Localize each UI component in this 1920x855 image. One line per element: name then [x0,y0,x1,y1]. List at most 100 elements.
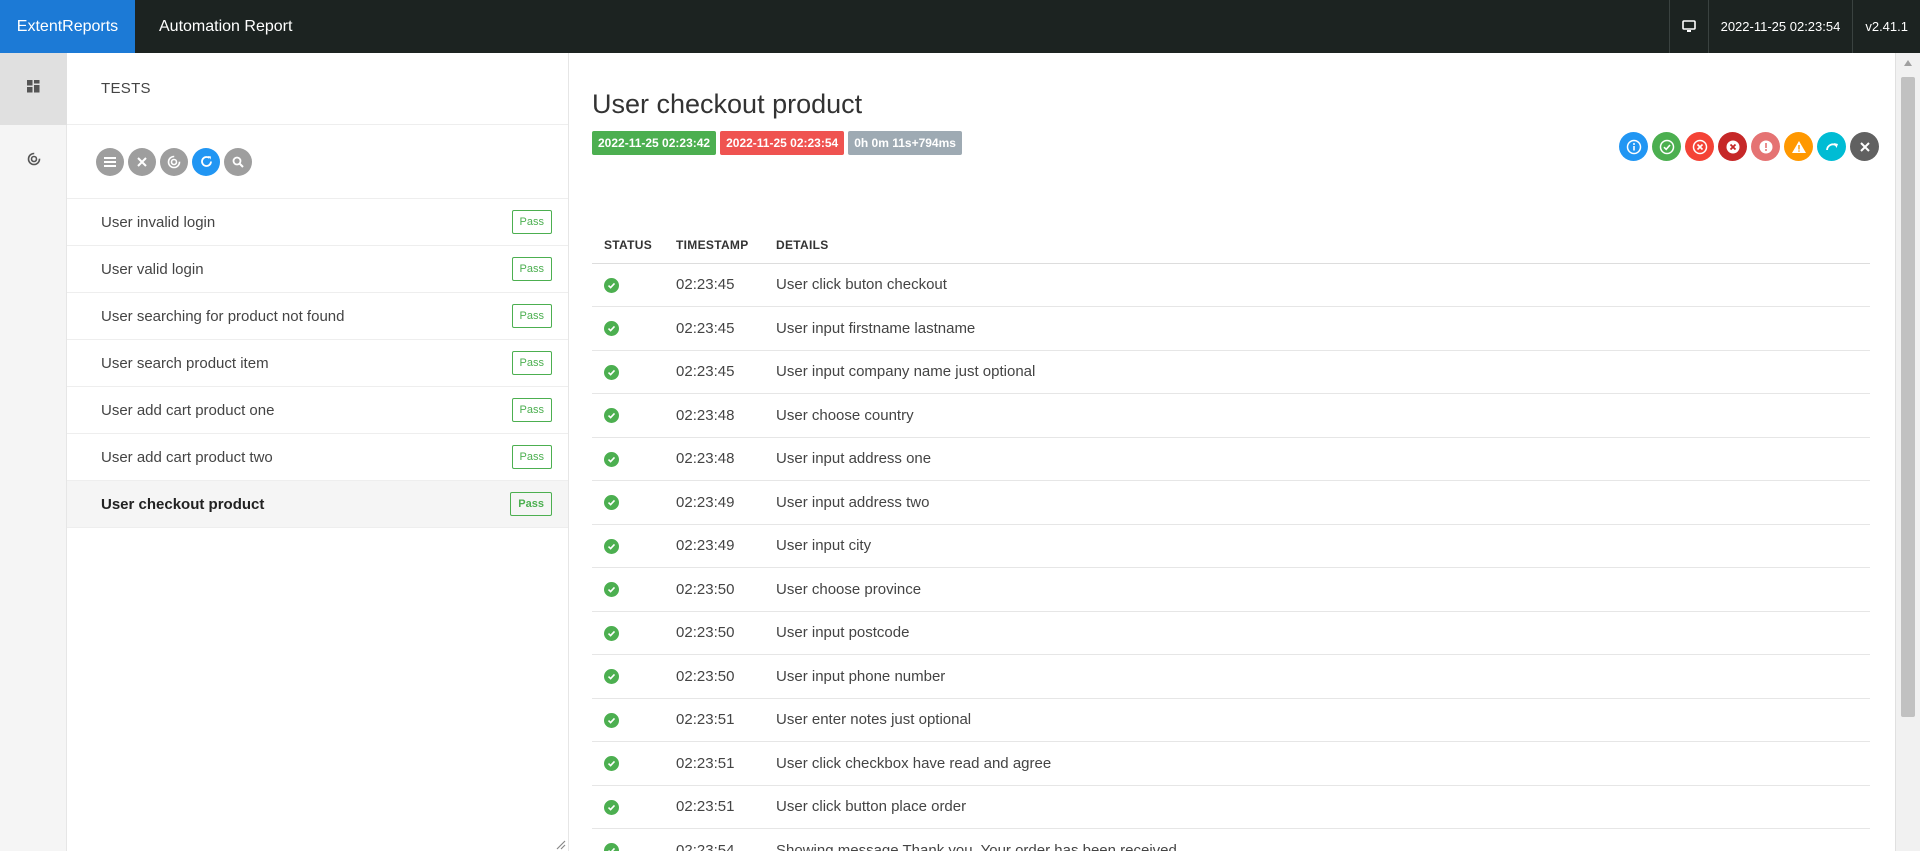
status-cell [592,393,665,438]
details-cell: User enter notes just optional [764,698,1870,742]
test-item[interactable]: User add cart product two Pass [67,434,568,481]
timestamp-cell: 02:23:54 [664,828,765,851]
timestamp-cell: 02:23:45 [664,306,765,351]
sidebar-item-tests[interactable] [0,53,67,125]
column-header: TIMESTAMP [664,227,765,264]
end-time-badge: 2022-11-25 02:23:54 [720,131,845,155]
status-cell [592,698,665,742]
test-item-selected[interactable]: User checkout product Pass [67,481,568,528]
status-cell [592,263,665,307]
resize-grip-icon[interactable] [554,837,566,850]
test-item[interactable]: User searching for product not found Pas… [67,293,568,340]
pass-check-icon [604,712,619,728]
pass-check-icon [604,799,619,815]
pass-check-icon [604,277,619,293]
brand-logo[interactable]: ExtentReports [0,0,135,53]
details-cell: User choose country [764,393,1870,438]
test-item[interactable]: User invalid login Pass [67,199,568,246]
skip-icon[interactable] [1817,132,1846,161]
log-row: 02:23:49 User input address two [592,480,1870,525]
timestamp-cell: 02:23:50 [664,611,765,655]
spinner-icon [27,152,41,171]
status-cell [592,654,665,699]
status-badge: Pass [511,304,552,328]
status-cell [592,480,665,525]
fail-icon[interactable] [1685,132,1714,161]
status-badge: Pass [510,492,552,516]
start-time-badge: 2022-11-25 02:23:42 [592,131,717,155]
status-badge: Pass [511,351,552,375]
log-row: 02:23:48 User input address one [592,437,1870,481]
vertical-scrollbar[interactable] [1895,53,1920,851]
log-row: 02:23:48 User choose country [592,393,1870,438]
pass-check-icon [604,451,619,467]
details-cell: User input address two [764,480,1870,525]
warning-icon[interactable] [1784,132,1813,161]
test-name: User add cart product one [101,401,275,419]
close-icon[interactable] [128,147,156,176]
log-row: 02:23:50 User choose province [592,567,1870,612]
test-name: User search product item [101,354,269,372]
details-cell: User choose province [764,567,1870,612]
test-item[interactable]: User valid login Pass [67,246,568,293]
refresh-icon[interactable] [192,147,220,176]
report-timestamp: 2022-11-25 02:23:54 [1707,0,1853,53]
timestamp-cell: 02:23:51 [664,741,765,786]
error-icon[interactable] [1751,132,1780,161]
detail-title: User checkout product [592,89,863,119]
test-item[interactable]: User add cart product one Pass [67,387,568,434]
pass-check-icon [604,495,619,511]
details-cell: User input company name just optional [764,350,1870,394]
navbar-right: 2022-11-25 02:23:54 v2.41.1 [1668,0,1920,53]
status-cell [592,785,665,829]
log-row: 02:23:51 User click button place order [592,785,1870,829]
test-item[interactable]: User search product item Pass [67,340,568,387]
pass-check-icon [604,669,619,685]
timestamp-cell: 02:23:45 [664,263,765,307]
report-version: v2.41.1 [1852,0,1920,53]
details-cell: User input city [764,524,1870,568]
log-row: 02:23:50 User input phone number [592,654,1870,699]
log-table-header: STATUS TIMESTAMP DETAILS [592,227,1870,264]
fatal-icon[interactable] [1718,132,1747,161]
log-row: 02:23:51 User enter notes just optional [592,698,1870,742]
details-cell: User input phone number [764,654,1870,699]
status-badge: Pass [511,257,552,281]
details-cell: User click button place order [764,785,1870,829]
list-icon[interactable] [96,147,124,176]
spinner-icon[interactable] [160,147,188,176]
details-cell: User click checkbox have read and agree [764,741,1870,786]
info-icon[interactable] [1619,132,1648,161]
timestamp-cell: 02:23:51 [664,698,765,742]
status-cell [592,306,665,351]
log-row: 02:23:45 User click buton checkout [592,263,1870,307]
pass-check-icon [604,321,619,337]
status-filter-group [1619,132,1879,161]
status-cell [592,350,665,394]
status-badge: Pass [511,398,552,422]
status-cell [592,611,665,655]
pass-check-icon [604,364,619,380]
tests-toolbar [67,125,568,199]
status-cell [592,828,665,851]
scrollbar-thumb[interactable] [1901,77,1915,717]
pass-icon[interactable] [1652,132,1681,161]
monitor-icon[interactable] [1668,0,1708,53]
tests-panel: TESTS User invalid login Pass User valid… [67,53,569,851]
pass-check-icon [604,538,619,554]
sidebar-item-dashboard[interactable] [0,125,67,197]
clear-icon[interactable] [1850,132,1879,161]
duration-badge: 0h 0m 11s+794ms [848,131,962,155]
dashboard-icon [27,80,40,98]
log-row: 02:23:45 User input company name just opt… [592,350,1870,394]
details-cell: Showing message Thank you. Your order ha… [764,828,1870,851]
details-cell: User input address one [764,437,1870,481]
search-icon[interactable] [224,147,252,176]
log-row: 02:23:51 User click checkbox have read an… [592,741,1870,786]
status-cell [592,524,665,568]
log-table: STATUS TIMESTAMP DETAILS 02:23:45 User cl… [592,227,1870,851]
scroll-up-icon[interactable] [1896,53,1920,73]
status-cell [592,437,665,481]
timestamp-cell: 02:23:49 [664,524,765,568]
test-detail: User checkout product 2022-11-25 02:23:4… [570,53,1895,851]
